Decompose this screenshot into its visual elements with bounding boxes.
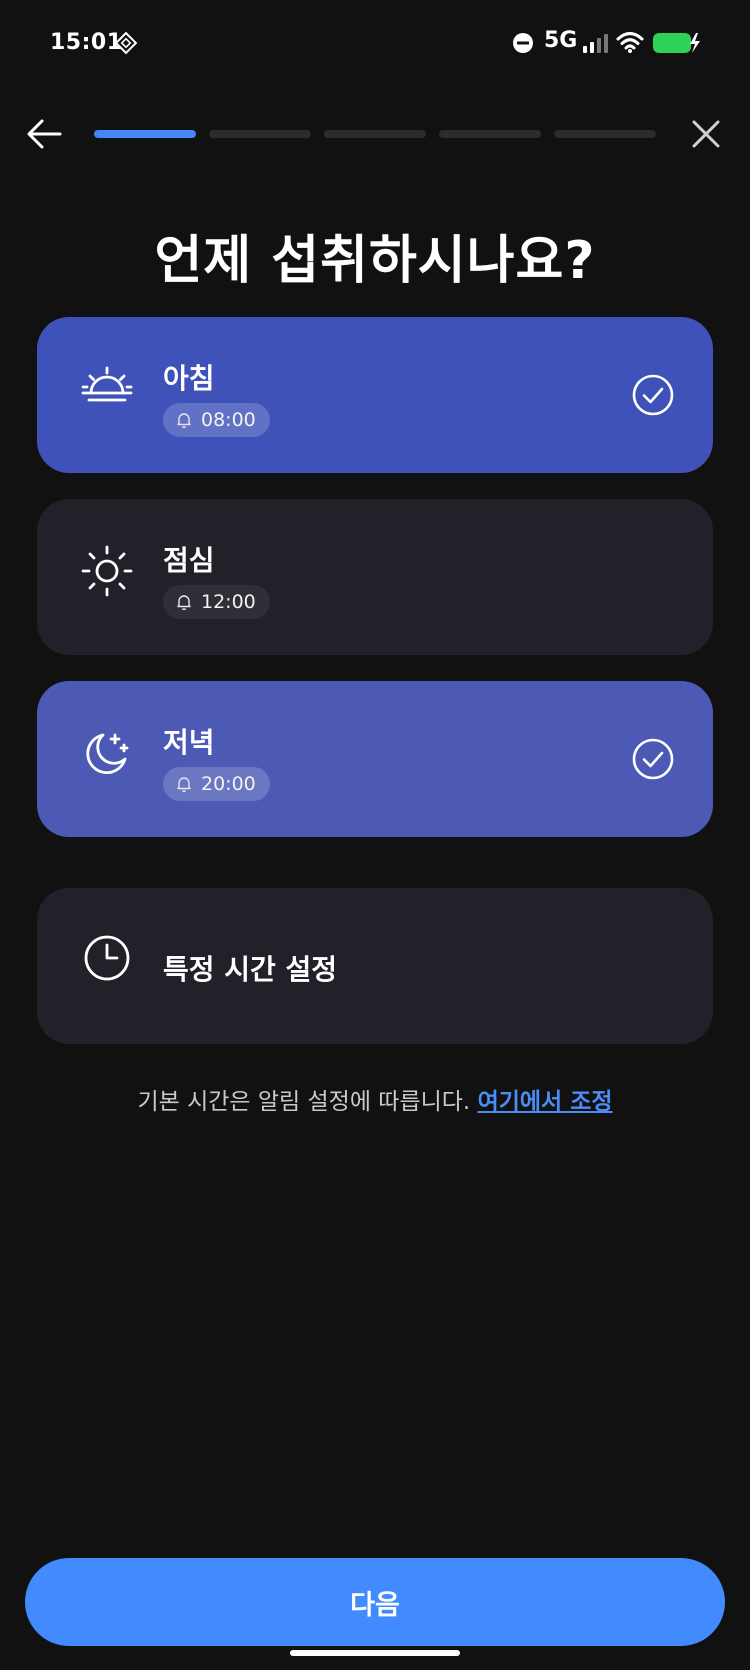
adjust-here-link[interactable]: 여기에서 조정 (478, 1089, 613, 1115)
option-dinner[interactable]: 저녁 20:00 (37, 681, 713, 837)
wifi-icon (616, 32, 644, 53)
progress-indicator (94, 130, 656, 138)
check-circle-icon (632, 374, 674, 416)
time-chip: 20:00 (163, 767, 270, 801)
page-title: 언제 섭취하시나요? (154, 231, 596, 291)
sunrise-icon (81, 366, 133, 402)
close-icon[interactable] (684, 112, 728, 156)
option-label: 아침 (163, 362, 215, 395)
option-label: 저녁 (163, 726, 215, 759)
next-button[interactable]: 다음 (25, 1558, 725, 1646)
status-time: 15:01 (50, 30, 123, 55)
time-value: 08:00 (201, 409, 256, 431)
progress-step (209, 130, 311, 138)
bell-icon (177, 777, 191, 793)
option-custom-time[interactable]: 특정 시간 설정 (37, 888, 713, 1044)
option-lunch[interactable]: 점심 12:00 (37, 499, 713, 655)
sun-icon (81, 545, 133, 597)
bell-icon (177, 413, 191, 429)
footnote: 기본 시간은 알림 설정에 따릅니다. 여기에서 조정 (0, 1082, 750, 1116)
progress-step (94, 130, 196, 138)
signal-icon (583, 34, 608, 53)
status-bar: 15:01 5G (0, 0, 750, 80)
time-value: 20:00 (201, 773, 256, 795)
option-label: 특정 시간 설정 (163, 953, 338, 986)
option-morning[interactable]: 아침 08:00 (37, 317, 713, 473)
battery-charging-icon (653, 33, 700, 53)
bell-icon (177, 595, 191, 611)
app-notification-icon (114, 31, 138, 55)
check-circle-icon (632, 738, 674, 780)
time-chip: 12:00 (163, 585, 270, 619)
option-label: 점심 (163, 544, 215, 577)
network-type: 5G (544, 28, 578, 53)
time-value: 12:00 (201, 591, 256, 613)
do-not-disturb-icon (513, 33, 533, 53)
time-chip: 08:00 (163, 403, 270, 437)
progress-step (439, 130, 541, 138)
clock-icon (84, 935, 130, 981)
back-arrow-icon[interactable] (22, 112, 66, 156)
moon-stars-icon (86, 733, 129, 775)
progress-step (324, 130, 426, 138)
home-indicator (290, 1650, 460, 1656)
progress-step (554, 130, 656, 138)
footnote-text: 기본 시간은 알림 설정에 따릅니다. (137, 1089, 471, 1115)
